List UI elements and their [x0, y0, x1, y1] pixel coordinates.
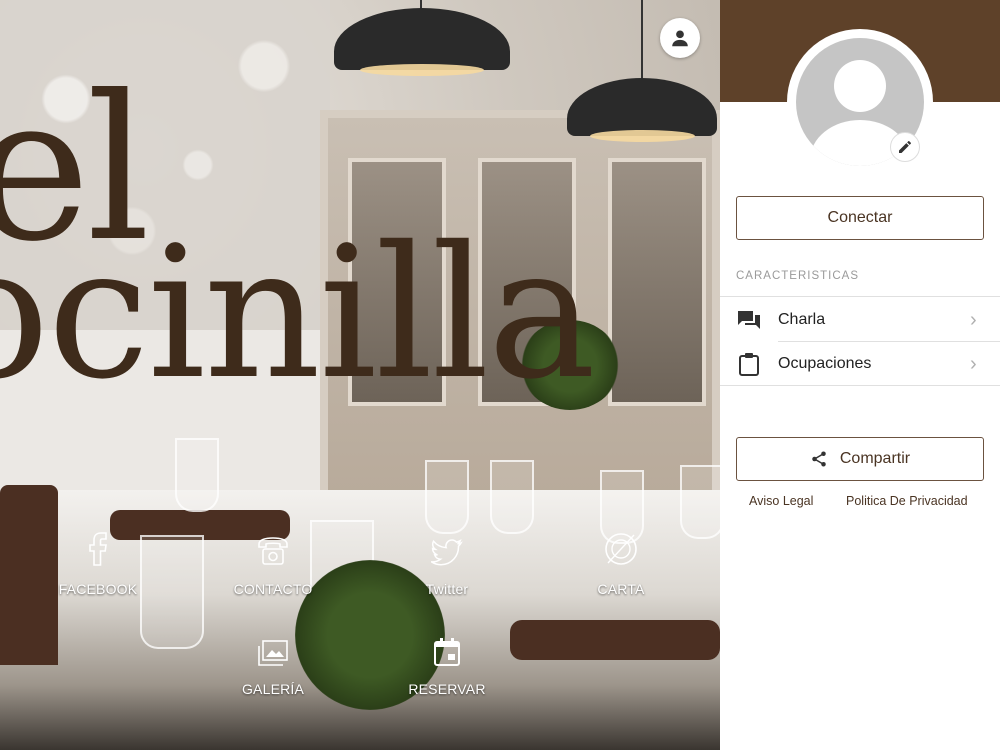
menu-facebook[interactable]: FACEBOOK	[28, 527, 168, 597]
wine-glass	[490, 460, 534, 534]
menu-label: GALERÍA	[241, 681, 305, 697]
menu-label: FACEBOOK	[58, 581, 138, 597]
wine-glass	[175, 438, 219, 512]
share-icon	[812, 451, 826, 467]
cabinet-pane	[608, 158, 706, 406]
chair	[510, 620, 720, 660]
phone-icon	[258, 537, 288, 565]
menu-contacto[interactable]: CONTACTO	[203, 527, 343, 597]
user-profile-button[interactable]	[660, 18, 700, 58]
twitter-icon	[431, 539, 463, 566]
logo-text-name: ocinilla	[0, 207, 596, 419]
facebook-icon	[89, 532, 107, 566]
feature-row-charla[interactable]: Charla ›	[720, 298, 1000, 342]
menu-label: CONTACTO	[233, 581, 313, 597]
feature-label: Charla	[778, 311, 826, 328]
menu-twitter[interactable]: Twitter	[377, 527, 517, 597]
menu-label: CARTA	[597, 581, 645, 597]
clipboard-icon	[739, 353, 759, 376]
connect-button[interactable]: Conectar	[736, 196, 984, 240]
pencil-icon	[899, 141, 911, 153]
menu-label: RESERVAR	[408, 681, 486, 697]
feature-label: Ocupaciones	[778, 355, 872, 372]
menu-galeria[interactable]: GALERÍA	[203, 627, 343, 697]
calendar-icon	[434, 638, 460, 666]
pendant-lamp	[567, 78, 717, 142]
hero-background: el ocinilla FACEBOOK CONTACTO Twitter CA…	[0, 0, 720, 750]
gallery-icon	[258, 640, 288, 666]
share-button[interactable]: Compartir	[736, 437, 984, 481]
wine-glass	[425, 460, 469, 534]
chevron-right-icon: ›	[970, 308, 977, 331]
menu-carta[interactable]: CARTA	[551, 527, 691, 597]
menu-label: Twitter	[425, 581, 469, 597]
person-icon	[672, 30, 688, 47]
connect-label: Conectar	[827, 209, 893, 226]
features-title: CARACTERISTICAS	[736, 270, 859, 282]
legal-notice-link[interactable]: Aviso Legal	[749, 494, 813, 508]
privacy-policy-link[interactable]: Politica De Privacidad	[846, 494, 968, 508]
chevron-right-icon: ›	[970, 352, 977, 375]
divider	[720, 385, 1000, 386]
share-label: Compartir	[839, 450, 911, 467]
chat-icon	[738, 311, 760, 329]
lamp-cord	[641, 0, 643, 80]
feature-row-ocupaciones[interactable]: Ocupaciones ›	[720, 342, 1000, 386]
menu-reservar[interactable]: RESERVAR	[377, 627, 517, 697]
food-menu-icon	[605, 533, 637, 565]
profile-panel: Conectar CARACTERISTICAS Charla › Ocupac…	[720, 0, 1000, 750]
edit-avatar-button[interactable]	[890, 132, 920, 162]
pendant-lamp	[334, 8, 510, 76]
divider	[720, 296, 1000, 297]
avatar-head	[834, 60, 886, 112]
